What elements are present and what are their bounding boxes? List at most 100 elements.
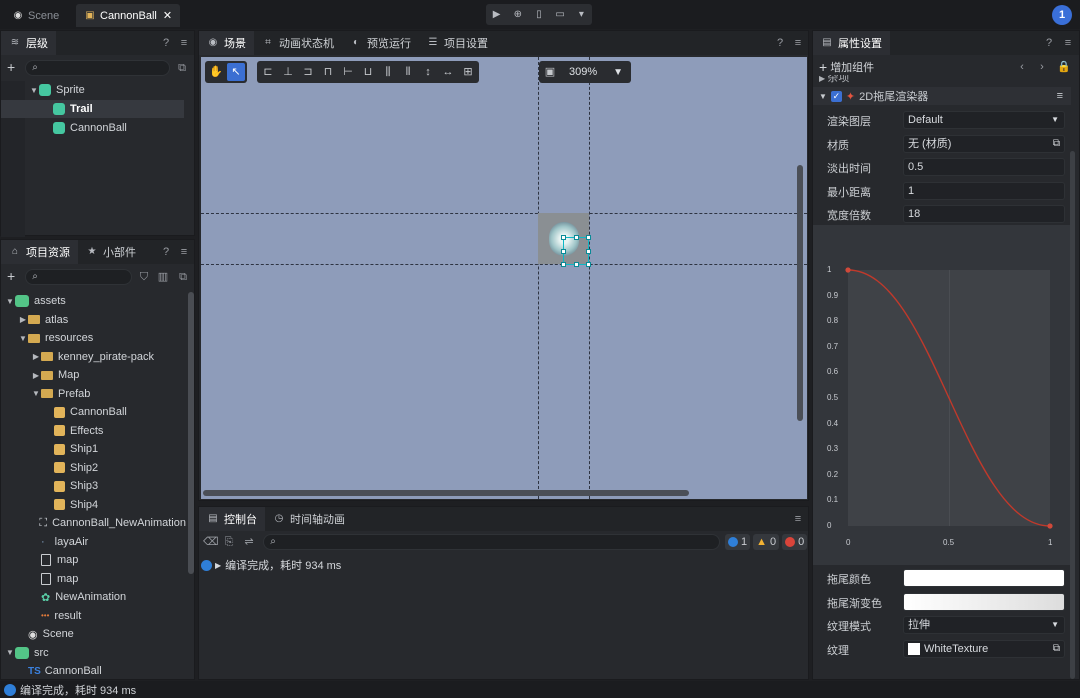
- inspector-scrollbar[interactable]: [1070, 151, 1075, 679]
- pick-icon[interactable]: ⧉: [1053, 136, 1060, 152]
- asset-item[interactable]: Ship2: [1, 459, 186, 477]
- asset-item[interactable]: · layaAir: [1, 533, 186, 551]
- trail-renderer-header[interactable]: ▼ ✓ ✦ 2D拖尾渲染器 ≡: [813, 87, 1071, 105]
- property-field[interactable]: WhiteTexture ⧉: [903, 639, 1065, 658]
- columns-icon[interactable]: ▥: [157, 271, 169, 283]
- expand-icon[interactable]: ▶: [18, 315, 28, 324]
- tab-inspector[interactable]: ▤ 属性设置: [813, 31, 890, 55]
- misc-section-collapsed[interactable]: ▶ 杂项: [813, 75, 1071, 85]
- grid-icon[interactable]: ⊞: [459, 63, 477, 81]
- asset-item[interactable]: ▼ assets: [1, 292, 186, 310]
- web-icon[interactable]: ⊕: [512, 9, 524, 21]
- collapse-icon[interactable]: ⧉: [177, 271, 189, 283]
- property-field[interactable]: Default ▼: [903, 111, 1065, 129]
- asset-item[interactable]: map: [1, 570, 186, 588]
- align-left-icon[interactable]: ⊏: [259, 63, 277, 81]
- align-top-icon[interactable]: ⊓: [319, 63, 337, 81]
- tab-project-settings[interactable]: ☰ 项目设置: [419, 31, 496, 55]
- help-icon[interactable]: ?: [1043, 37, 1055, 49]
- trail-color-swatch[interactable]: [903, 569, 1065, 587]
- help-icon[interactable]: ?: [774, 37, 786, 49]
- hand-icon[interactable]: ✋: [207, 63, 225, 81]
- menu-icon[interactable]: ≡: [792, 513, 804, 525]
- property-field[interactable]: 0.5: [903, 158, 1065, 176]
- chevron-down-icon[interactable]: ▾: [575, 9, 587, 21]
- align-middle-icon[interactable]: ⊢: [339, 63, 357, 81]
- console-search-input[interactable]: ⌕: [263, 534, 720, 550]
- pick-icon[interactable]: ⧉: [1053, 641, 1060, 657]
- menu-icon[interactable]: ≡: [1062, 37, 1074, 49]
- enabled-checkbox[interactable]: ✓: [830, 90, 842, 102]
- scene-viewport[interactable]: ✋ ↖ ⊏ ⊥ ⊐ ⊓ ⊢ ⊔ ⫼ ⫴ ↕ ↔ ⊞ ▣ 309% ▼: [201, 57, 807, 499]
- asset-item[interactable]: ▶ Map: [1, 366, 186, 384]
- asset-item[interactable]: CannonBall: [1, 403, 186, 421]
- hierarchy-search-input[interactable]: ⌕: [25, 60, 170, 76]
- chevron-down-icon[interactable]: ▼: [613, 67, 623, 78]
- asset-item[interactable]: TS CannonBall: [1, 662, 186, 680]
- fit-view-icon[interactable]: ▣: [541, 63, 559, 81]
- tab-timeline[interactable]: ◷ 时间轴动画: [265, 507, 353, 531]
- asset-item[interactable]: Ship3: [1, 477, 186, 495]
- play-icon[interactable]: ▶: [491, 9, 503, 21]
- asset-item[interactable]: Effects: [1, 422, 186, 440]
- menu-icon[interactable]: ≡: [178, 246, 190, 258]
- assets-search-input[interactable]: ⌕: [25, 269, 132, 285]
- expand-icon[interactable]: ▼: [5, 297, 15, 306]
- forward-icon[interactable]: ›: [1036, 61, 1048, 73]
- filter-icon[interactable]: ⛉: [138, 271, 150, 283]
- lock-icon[interactable]: 🔒: [1057, 61, 1071, 73]
- info-filter[interactable]: 1: [725, 534, 751, 550]
- tab-project-assets[interactable]: ⌂ 项目资源: [1, 240, 78, 264]
- expand-icon[interactable]: ▼: [31, 389, 41, 398]
- tab-scene-view[interactable]: ◉ 场景: [199, 31, 254, 55]
- error-filter[interactable]: 0: [782, 534, 808, 550]
- expand-icon[interactable]: ▶: [31, 352, 41, 361]
- property-field[interactable]: 1: [903, 181, 1065, 200]
- same-width-icon[interactable]: ↔: [439, 63, 457, 81]
- add-asset-button[interactable]: +: [7, 268, 15, 284]
- asset-item[interactable]: ••• result: [1, 607, 186, 625]
- wrap-icon[interactable]: ⇌: [243, 536, 255, 548]
- expand-icon[interactable]: ▼: [18, 334, 28, 343]
- selection-gizmo[interactable]: [561, 235, 591, 267]
- hierarchy-item-sprite[interactable]: ▼ Sprite: [1, 81, 194, 99]
- asset-item[interactable]: ▼ src: [1, 644, 186, 662]
- width-curve-editor[interactable]: 1 0.9 0.8 0.7 0.6 0.5 0.4 0.3 0.2 0.1 0 0 0.5 1: [813, 225, 1071, 565]
- user-badge[interactable]: 1: [1052, 5, 1072, 25]
- asset-item[interactable]: Ship1: [1, 440, 186, 458]
- back-icon[interactable]: ‹: [1016, 61, 1028, 73]
- asset-item[interactable]: Ship4: [1, 496, 186, 514]
- tab-cannonball[interactable]: ▣ CannonBall ✕: [76, 4, 181, 27]
- expand-icon[interactable]: ▼: [5, 648, 15, 657]
- hierarchy-item-trail[interactable]: Trail: [1, 100, 184, 118]
- asset-item[interactable]: map: [1, 551, 186, 569]
- align-bottom-icon[interactable]: ⊔: [359, 63, 377, 81]
- close-icon[interactable]: ✕: [163, 9, 172, 22]
- asset-item[interactable]: ⛶ CannonBall_NewAnimation: [1, 514, 186, 532]
- help-icon[interactable]: ?: [160, 246, 172, 258]
- zoom-level[interactable]: 309%: [569, 66, 597, 78]
- assets-scrollbar[interactable]: [188, 292, 194, 574]
- copy-icon[interactable]: ⎘: [223, 536, 235, 548]
- distribute-v-icon[interactable]: ⫼: [379, 63, 397, 81]
- same-height-icon[interactable]: ↕: [419, 63, 437, 81]
- asset-item[interactable]: ◉ Scene: [1, 625, 186, 643]
- mobile-icon[interactable]: ▯: [533, 9, 545, 21]
- clear-icon[interactable]: ⌫: [203, 536, 219, 548]
- expand-icon[interactable]: ▶: [215, 561, 221, 570]
- expand-icon[interactable]: ▼: [29, 86, 39, 95]
- menu-icon[interactable]: ≡: [178, 37, 190, 49]
- asset-item[interactable]: ✿ NewAnimation: [1, 588, 186, 606]
- tab-console[interactable]: ▤ 控制台: [199, 507, 265, 531]
- add-node-button[interactable]: +: [7, 59, 15, 75]
- collapse-icon[interactable]: ⧉: [176, 62, 188, 74]
- curve-key-end[interactable]: [1047, 523, 1053, 529]
- align-right-icon[interactable]: ⊐: [299, 63, 317, 81]
- property-field[interactable]: 拉伸 ▼: [903, 616, 1065, 634]
- property-field[interactable]: 18: [903, 205, 1065, 223]
- tab-hierarchy[interactable]: ≋ 层级: [1, 31, 56, 55]
- curve-key-start[interactable]: [845, 267, 851, 273]
- tab-widgets[interactable]: ★ 小部件: [78, 240, 144, 264]
- trail-gradient-swatch[interactable]: [903, 592, 1065, 611]
- menu-icon[interactable]: ≡: [792, 37, 804, 49]
